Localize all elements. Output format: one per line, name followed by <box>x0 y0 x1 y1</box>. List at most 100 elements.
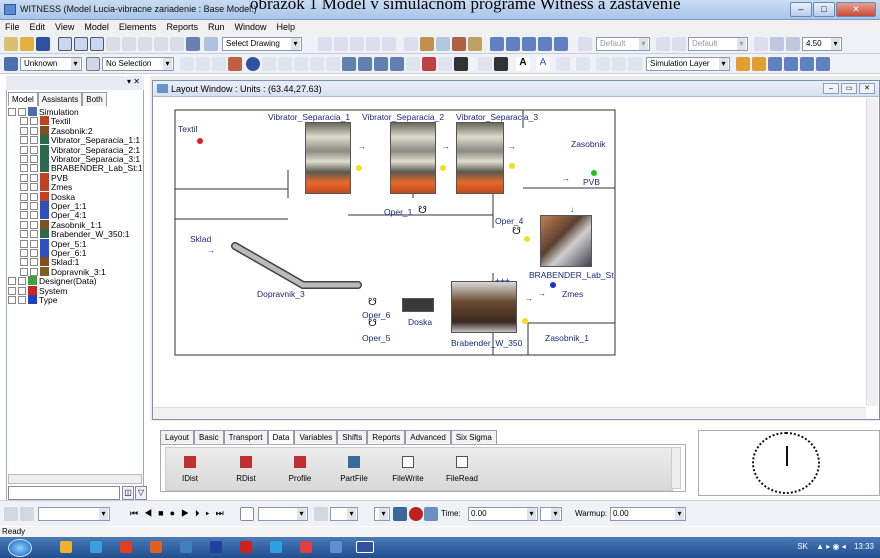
layer-tool-icon[interactable] <box>784 57 798 71</box>
menu-edit[interactable]: Edit <box>25 20 51 34</box>
size-combo[interactable]: 4.50 <box>802 37 842 51</box>
layer-tool-icon[interactable] <box>800 57 814 71</box>
record-icon[interactable] <box>409 507 423 521</box>
tree-expand-icon[interactable] <box>8 108 16 116</box>
tab-data[interactable]: Data <box>267 430 295 444</box>
tree-expand-icon[interactable] <box>8 286 16 295</box>
tree-horizontal-scrollbar[interactable] <box>8 474 142 484</box>
layer-tool-icon[interactable] <box>752 57 766 71</box>
tree-checkbox[interactable] <box>30 202 38 210</box>
tree-expand-icon[interactable] <box>20 164 28 173</box>
oper-4-icon[interactable]: ☋ <box>512 226 521 237</box>
tree-expand-icon[interactable] <box>20 126 28 135</box>
highlight-color-icon[interactable]: A <box>536 57 550 71</box>
shape-tool-icon[interactable] <box>310 57 324 71</box>
size-icon[interactable] <box>786 37 800 51</box>
layout-horizontal-scrollbar[interactable] <box>153 407 866 419</box>
clock-time[interactable]: 13:33 <box>854 542 874 551</box>
walk-icon[interactable] <box>314 507 328 521</box>
taskbar-app-icon[interactable] <box>60 541 72 553</box>
element-tool-icon[interactable] <box>420 37 434 51</box>
open-icon[interactable] <box>20 37 34 51</box>
run-tool-icon[interactable] <box>538 37 552 51</box>
line-color-icon[interactable] <box>494 57 508 71</box>
layout-icon[interactable] <box>596 57 610 71</box>
run-combo[interactable] <box>38 507 110 521</box>
tree-expand-icon[interactable] <box>20 211 28 220</box>
tree-checkbox[interactable] <box>30 211 38 220</box>
shape-tool-icon[interactable] <box>228 57 242 71</box>
menu-reports[interactable]: Reports <box>161 20 203 34</box>
palette-item-idist[interactable]: IDist <box>170 456 210 483</box>
palette-item-filewrite[interactable]: FileWrite <box>388 456 428 483</box>
tree-checkbox[interactable] <box>30 164 38 173</box>
shape-tool-icon[interactable] <box>278 57 292 71</box>
shape-tool-icon[interactable] <box>438 57 452 71</box>
run-tool-icon[interactable] <box>554 37 568 51</box>
tab-basic[interactable]: Basic <box>194 430 224 444</box>
oper-1-icon[interactable]: ☋ <box>418 205 427 216</box>
taskbar-app-icon[interactable] <box>330 541 342 553</box>
zoom-fit-icon[interactable] <box>90 37 104 51</box>
shape-tool-icon[interactable] <box>342 57 356 71</box>
shape-tool-icon[interactable] <box>294 57 308 71</box>
circle-tool-icon[interactable] <box>246 57 260 71</box>
menu-elements[interactable]: Elements <box>114 20 162 34</box>
shape-tool-icon[interactable] <box>406 57 420 71</box>
menu-help[interactable]: Help <box>271 20 300 34</box>
time-slider[interactable] <box>540 507 562 521</box>
zoom-out-icon[interactable] <box>74 37 88 51</box>
tab-model[interactable]: Model <box>8 92 38 106</box>
palette-item-rdist[interactable]: RDist <box>226 456 266 483</box>
tab-reports[interactable]: Reports <box>367 430 406 444</box>
layer-tool-icon[interactable] <box>816 57 830 71</box>
no-selection-combo[interactable]: No Selection <box>102 57 174 71</box>
element-tool-icon[interactable] <box>436 37 450 51</box>
tree-checkbox[interactable] <box>18 277 26 286</box>
shape-tool-icon[interactable] <box>454 57 468 71</box>
bold-icon[interactable] <box>770 37 784 51</box>
display-icon[interactable] <box>424 507 438 521</box>
step-icon[interactable] <box>240 507 254 521</box>
tree-checkbox[interactable] <box>18 108 26 116</box>
batch-icon[interactable] <box>4 507 18 521</box>
select-drawing-combo[interactable]: Select Drawing <box>222 37 302 51</box>
tab-both[interactable]: Both <box>82 92 107 106</box>
simulation-layer-combo[interactable]: Simulation Layer <box>646 57 730 71</box>
screen-icon[interactable] <box>393 507 407 521</box>
tree-expand-icon[interactable] <box>20 145 28 154</box>
time-field[interactable]: 0.00 <box>468 507 538 521</box>
layer-tool-icon[interactable] <box>768 57 782 71</box>
fill-color-icon[interactable] <box>478 57 492 71</box>
shape-tool-icon[interactable] <box>358 57 372 71</box>
tree-expand-icon[interactable] <box>20 183 28 192</box>
tree-expand-icon[interactable] <box>20 220 28 229</box>
language-indicator[interactable]: SK <box>797 542 808 551</box>
expand-icon[interactable] <box>86 57 100 71</box>
run-tool-icon[interactable] <box>506 37 520 51</box>
shape-tool-icon[interactable] <box>422 57 436 71</box>
warmup-field[interactable]: 0.00 <box>610 507 686 521</box>
tree-expand-icon[interactable] <box>8 277 16 286</box>
brabender-w-350-photo[interactable] <box>451 281 517 333</box>
style-default-combo-2[interactable]: Default <box>688 37 748 51</box>
shape-tool-icon[interactable] <box>180 57 194 71</box>
menu-view[interactable]: View <box>50 20 79 34</box>
tree-checkbox[interactable] <box>30 155 38 163</box>
tree-expand-icon[interactable] <box>20 136 28 145</box>
taskbar-app-icon[interactable] <box>150 541 162 553</box>
minimize-button[interactable]: – <box>790 2 812 17</box>
run-tool-icon[interactable] <box>522 37 536 51</box>
tab-layout[interactable]: Layout <box>160 430 195 444</box>
tab-assistants[interactable]: Assistants <box>37 92 83 106</box>
taskbar-app-icon[interactable] <box>300 541 312 553</box>
palette-item-partfile[interactable]: PartFile <box>334 456 374 483</box>
menu-window[interactable]: Window <box>229 20 271 34</box>
tree-checkbox[interactable] <box>18 286 26 295</box>
menu-run[interactable]: Run <box>203 20 230 34</box>
tree-expand-icon[interactable] <box>20 117 28 126</box>
shape-tool-icon[interactable] <box>326 57 340 71</box>
tab-six-sigma[interactable]: Six Sigma <box>450 430 497 444</box>
speed-arrow[interactable] <box>374 507 390 521</box>
tree-checkbox[interactable] <box>30 145 38 154</box>
